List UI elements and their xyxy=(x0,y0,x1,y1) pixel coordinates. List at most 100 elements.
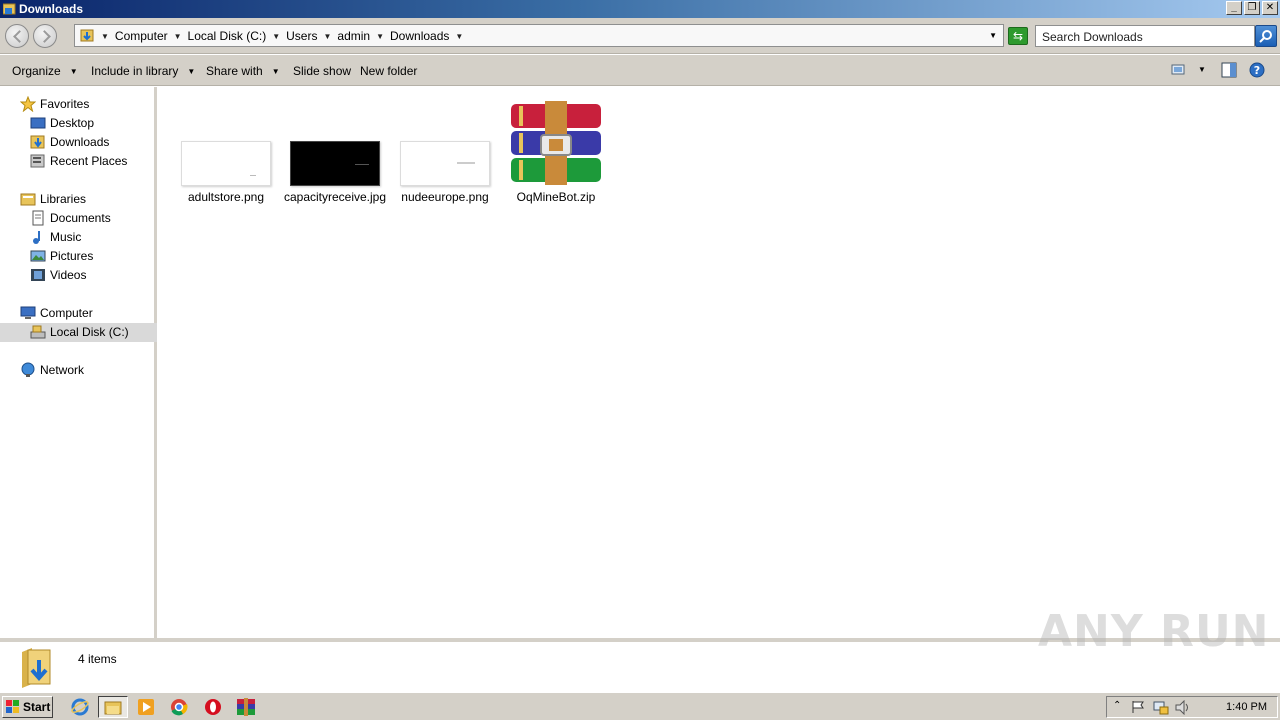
breadcrumb-users[interactable]: Users xyxy=(286,29,317,43)
address-row: ▼ Computer ▼ Local Disk (C:) ▼ Users ▼ admi… xyxy=(0,18,1280,54)
command-bar: Organize ▼ Include in library ▼ Share with… xyxy=(0,55,1280,86)
close-button[interactable]: ✕ xyxy=(1262,1,1278,15)
minimize-button[interactable]: _ xyxy=(1226,1,1242,15)
breadcrumb-root-arrow[interactable]: ▼ xyxy=(101,32,109,41)
svg-text:?: ? xyxy=(1254,64,1260,77)
taskbar: Start ⌃ 1:40 PM xyxy=(0,692,1280,720)
refresh-button[interactable]: ⇆ xyxy=(1008,27,1028,45)
network-icon xyxy=(20,362,36,378)
chevron-down-icon: ▼ xyxy=(69,66,78,76)
pictures-icon xyxy=(30,248,46,264)
search-button[interactable] xyxy=(1255,25,1277,47)
chevron-down-icon[interactable]: ▼ xyxy=(323,32,331,41)
file-name: nudeeurope.png xyxy=(401,190,489,204)
nav-label: Downloads xyxy=(50,135,110,149)
nav-music[interactable]: Music xyxy=(30,228,81,246)
music-icon xyxy=(30,229,46,245)
winrar-archive-icon xyxy=(511,101,601,185)
show-hidden-icons-icon[interactable]: ⌃ xyxy=(1113,700,1121,711)
nav-label: Music xyxy=(50,230,82,244)
nav-desktop[interactable]: Desktop xyxy=(30,114,94,132)
start-button[interactable]: Start xyxy=(2,696,53,718)
downloads-folder-icon xyxy=(80,29,94,42)
desktop-icon xyxy=(30,115,46,131)
chevron-down-icon[interactable]: ▼ xyxy=(376,32,384,41)
file-list: adultstore.png capacityreceive.jpg nudee… xyxy=(160,87,1280,638)
nav-favorites[interactable]: Favorites xyxy=(19,95,90,113)
breadcrumb-local-disk[interactable]: Local Disk (C:) xyxy=(188,29,267,43)
image-thumbnail xyxy=(400,141,490,186)
forward-button[interactable] xyxy=(33,24,57,48)
view-options-dropdown[interactable]: ▼ xyxy=(1198,65,1206,74)
breadcrumb-computer[interactable]: Computer xyxy=(115,29,168,43)
window-title: Downloads xyxy=(19,2,84,16)
documents-icon xyxy=(30,210,46,226)
title-bar: Downloads _ ❐ ✕ xyxy=(0,0,1280,18)
nav-label: Local Disk (C:) xyxy=(50,325,129,339)
opera-icon[interactable] xyxy=(198,696,228,718)
restore-button[interactable]: ❐ xyxy=(1244,1,1260,15)
nav-libraries[interactable]: Libraries xyxy=(20,190,86,208)
nav-label: Favorites xyxy=(40,97,90,111)
action-center-flag-icon[interactable] xyxy=(1131,700,1145,714)
nav-computer[interactable]: Computer xyxy=(20,304,93,322)
navigation-pane: Favorites Desktop Downloads Recent Place… xyxy=(0,87,157,638)
search-input[interactable]: Search Downloads xyxy=(1035,25,1255,47)
windows-logo-icon xyxy=(6,700,19,713)
breadcrumb-downloads[interactable]: Downloads xyxy=(390,29,449,43)
nav-downloads[interactable]: Downloads xyxy=(30,133,109,151)
folder-icon xyxy=(3,3,16,15)
chrome-icon[interactable] xyxy=(164,696,194,718)
network-status-icon[interactable] xyxy=(1153,700,1169,715)
search-placeholder: Search Downloads xyxy=(1042,30,1143,44)
volume-icon[interactable] xyxy=(1175,700,1191,715)
downloads-folder-icon xyxy=(22,648,51,688)
preview-pane-icon[interactable] xyxy=(1221,62,1237,78)
media-player-icon[interactable] xyxy=(131,696,161,718)
nav-pictures[interactable]: Pictures xyxy=(30,247,93,265)
nav-local-disk[interactable]: Local Disk (C:) xyxy=(30,323,129,341)
help-icon[interactable]: ? xyxy=(1249,62,1265,78)
share-with-button[interactable]: Share with ▼ xyxy=(206,64,280,78)
chevron-down-icon[interactable]: ▼ xyxy=(455,32,463,41)
nav-label: Videos xyxy=(50,268,87,282)
chevron-down-icon: ▼ xyxy=(271,66,280,76)
internet-explorer-icon[interactable] xyxy=(65,696,95,718)
organize-button[interactable]: Organize ▼ xyxy=(12,64,78,78)
new-folder-button[interactable]: New folder xyxy=(360,64,417,78)
back-button[interactable] xyxy=(5,24,29,48)
nav-label: Recent Places xyxy=(50,154,128,168)
downloads-folder-icon xyxy=(30,134,46,150)
videos-icon xyxy=(30,267,46,283)
file-name: adultstore.png xyxy=(187,190,265,204)
recent-places-icon xyxy=(30,153,46,169)
watermark: ANY RUN xyxy=(1038,606,1270,657)
breadcrumb-admin[interactable]: admin xyxy=(337,29,370,43)
nav-label: Documents xyxy=(50,211,111,225)
slide-show-button[interactable]: Slide show xyxy=(293,64,351,78)
nav-label: Desktop xyxy=(50,116,95,130)
address-bar[interactable]: ▼ Computer ▼ Local Disk (C:) ▼ Users ▼ admi… xyxy=(74,24,1004,47)
winrar-icon[interactable] xyxy=(231,696,261,718)
libraries-icon xyxy=(20,191,36,207)
chevron-down-icon[interactable]: ▼ xyxy=(272,32,280,41)
include-in-library-button[interactable]: Include in library ▼ xyxy=(91,64,195,78)
nav-label: Computer xyxy=(40,306,93,320)
image-thumbnail xyxy=(181,141,271,186)
chevron-down-icon[interactable]: ▼ xyxy=(174,32,182,41)
change-view-icon[interactable] xyxy=(1171,62,1185,76)
clock[interactable]: 1:40 PM xyxy=(1226,701,1267,713)
nav-videos[interactable]: Videos xyxy=(30,266,86,284)
file-name: capacityreceive.jpg xyxy=(283,190,387,204)
explorer-folder-icon[interactable] xyxy=(98,696,128,718)
nav-label: Pictures xyxy=(50,249,94,263)
breadcrumb: ▼ Computer ▼ Local Disk (C:) ▼ Users ▼ admi… xyxy=(101,29,469,43)
nav-label: Libraries xyxy=(40,192,87,206)
computer-icon xyxy=(20,305,36,321)
address-history-dropdown[interactable]: ▼ xyxy=(989,31,997,40)
local-disk-icon xyxy=(30,324,46,340)
search-icon xyxy=(1259,30,1272,43)
nav-recent-places[interactable]: Recent Places xyxy=(30,152,127,170)
nav-network[interactable]: Network xyxy=(20,361,84,379)
nav-documents[interactable]: Documents xyxy=(30,209,111,227)
